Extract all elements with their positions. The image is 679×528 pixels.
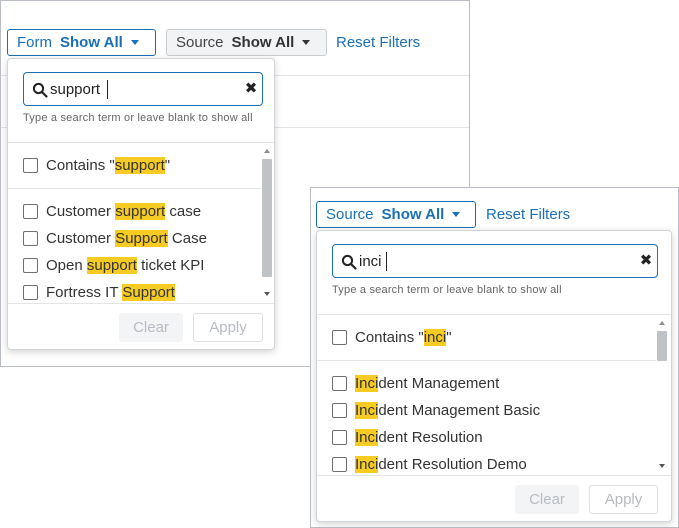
chevron-down-icon [130,40,139,45]
clear-button[interactable]: Clear [119,313,183,342]
search-hint: Type a search term or leave blank to sho… [332,284,562,296]
option-label: Customer Support Case [46,229,207,247]
text-caret [386,252,387,271]
search-input[interactable] [359,251,639,271]
checkbox[interactable] [332,456,347,472]
list-item[interactable]: Fortress IT Support [23,281,175,303]
contains-option[interactable]: Contains "support" [23,154,170,176]
form-filter-label: Form [17,34,52,51]
reset-filters-link[interactable]: Reset Filters [486,206,570,223]
search-icon [341,254,357,270]
option-label: Fortress IT Support [46,283,175,301]
option-label: Incident Resolution [355,428,483,446]
list-item[interactable]: Customer Support Case [23,227,207,249]
checkbox[interactable] [23,257,38,273]
search-hint: Type a search term or leave blank to sho… [23,112,253,124]
clear-button[interactable]: Clear [515,485,579,514]
scroll-thumb[interactable] [657,331,667,361]
source-filter-value: Show All [381,206,445,223]
source-filter-label: Source [176,34,224,51]
chevron-down-icon [302,40,311,45]
chevron-down-icon [452,212,461,217]
search-input[interactable] [50,79,240,99]
apply-button[interactable]: Apply [589,485,658,514]
checkbox[interactable] [23,230,38,246]
list-item[interactable]: Incident Management [332,372,499,394]
option-label: Contains "support" [46,156,171,174]
list-item[interactable]: Open support ticket KPI [23,254,204,276]
list-item[interactable]: Customer support case [23,200,201,222]
list-item[interactable]: Incident Resolution Demo [332,453,527,475]
scroll-down-icon[interactable] [264,292,270,296]
scroll-up-icon[interactable] [659,321,665,325]
scroll-thumb[interactable] [262,159,272,277]
scroll-up-icon[interactable] [264,149,270,153]
checkbox[interactable] [332,329,347,345]
reset-filters-link[interactable]: Reset Filters [336,34,420,51]
divider [317,475,671,476]
checkbox[interactable] [23,284,38,300]
search-field[interactable]: ✖ [23,72,263,106]
source-filter-dropdown: ✖ Type a search term or leave blank to s… [316,230,672,522]
checkbox[interactable] [332,429,347,445]
option-label: Incident Management [355,374,500,392]
search-icon [32,82,48,98]
divider [317,360,656,361]
text-caret [107,80,108,99]
scrollbar[interactable] [261,143,273,303]
source-filter-label: Source [326,206,374,223]
divider [8,188,261,189]
divider [317,314,671,315]
divider [8,142,274,143]
source-filter-button[interactable]: Source Show All [166,29,327,56]
source-filter-value: Show All [231,34,295,51]
divider [8,303,274,304]
form-filter-value: Show All [60,34,123,51]
checkbox[interactable] [332,402,347,418]
checkbox[interactable] [332,375,347,391]
form-filter-button[interactable]: Form Show All [7,29,156,56]
checkbox[interactable] [23,157,38,173]
option-label: Incident Resolution Demo [355,455,527,473]
list-item[interactable]: Incident Management Basic [332,399,540,421]
contains-option[interactable]: Contains "inci" [332,326,452,348]
list-item[interactable]: Incident Resolution [332,426,483,448]
option-label: Contains "inci" [355,328,452,346]
checkbox[interactable] [23,203,38,219]
close-icon[interactable]: ✖ [637,251,655,271]
search-field[interactable]: ✖ [332,244,658,278]
apply-button[interactable]: Apply [193,313,263,342]
form-filter-dropdown: ✖ Type a search term or leave blank to s… [7,58,275,350]
option-label: Open support ticket KPI [46,256,205,274]
option-label: Incident Management Basic [355,401,541,419]
option-label: Customer support case [46,202,202,220]
source-filter-button[interactable]: Source Show All [316,201,476,228]
close-icon[interactable]: ✖ [242,79,260,99]
scroll-down-icon[interactable] [659,464,665,468]
scrollbar[interactable] [656,315,668,475]
